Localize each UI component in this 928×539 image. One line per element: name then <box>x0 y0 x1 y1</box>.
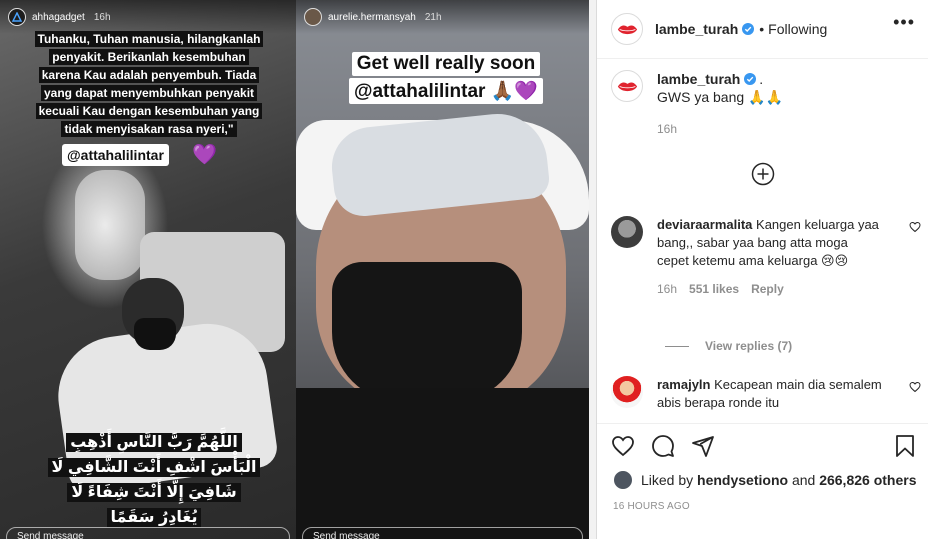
triangle-logo-icon <box>12 12 22 22</box>
story-mention: @attahalilintar <box>62 144 169 166</box>
view-replies-label: View replies (7) <box>705 339 793 353</box>
caption-time[interactable]: 16h <box>657 120 783 138</box>
story-caption-line: @attahalilintar 🙏🏾💜 <box>348 78 544 104</box>
following-button[interactable]: Following <box>768 21 827 37</box>
comment-username[interactable]: deviaraarmalita <box>657 217 752 232</box>
quote-line: Tuhanku, Tuhan manusia, hilangkanlah <box>34 31 264 47</box>
quote-line: karena Kau adalah penyembuh. Tiada <box>38 67 260 83</box>
likes-count[interactable]: 266,826 others <box>819 472 916 488</box>
verified-badge-icon <box>742 23 755 35</box>
post-header: lambe_turah • Following ••• <box>597 0 928 59</box>
caption-text: GWS ya bang 🙏🙏 <box>657 89 783 105</box>
post-timestamp[interactable]: 16 HOURS AGO <box>613 501 690 512</box>
arabic-line: اللَّهُمَّ رَبَّ النَّاسِ أَذْهِبِ <box>66 433 242 452</box>
story-header: ahhagadget 16h <box>0 0 296 34</box>
quote-line: kecuali Kau dengan kesembuhan yang <box>35 103 263 119</box>
comment-item: deviaraarmalita Kangen keluarga yaa bang… <box>611 216 921 298</box>
story-caption-line: Get well really soon <box>351 52 541 76</box>
comment-item: ramajyln Kecapean main dia semalem abis … <box>611 376 921 412</box>
send-message-bar: Send message <box>302 527 583 539</box>
quote-line: yang dapat menyembuhkan penyakit <box>40 85 258 101</box>
post-side-panel: lambe_turah • Following ••• lambe_turah.… <box>596 0 928 539</box>
paper-plane-icon[interactable] <box>691 434 715 458</box>
heart-outline-icon[interactable] <box>909 221 921 233</box>
face-mask-shape <box>332 262 522 402</box>
story-username: ahhagadget <box>32 11 85 23</box>
arabic-line: الْبَأْسَ اشْفِ أَنْتَ الشَّافِي لَا <box>47 458 261 477</box>
arabic-prayer: اللَّهُمَّ رَبَّ النَّاسِ أَذْهِبِ الْبَ… <box>20 430 288 530</box>
quote-line: penyakit. Berikanlah kesembuhan <box>49 49 249 65</box>
caption-suffix: . <box>759 71 764 87</box>
post-actions: Liked by hendysetiono and 266,826 others… <box>597 423 928 539</box>
liked-by-prefix: Liked by <box>641 472 698 488</box>
comment-avatar[interactable] <box>611 216 643 248</box>
iv-bag-shape <box>75 170 145 280</box>
liker-avatar[interactable] <box>613 470 633 490</box>
story-avatar <box>304 8 322 26</box>
plus-circle-icon[interactable] <box>751 162 775 186</box>
comment-avatar[interactable] <box>611 376 643 408</box>
comment-time[interactable]: 16h <box>657 280 677 298</box>
story-quote: Tuhanku, Tuhan manusia, hilangkanlah pen… <box>8 30 290 138</box>
purple-heart-icon: 💜 <box>192 144 217 166</box>
comment-username[interactable]: ramajyln <box>657 377 710 392</box>
heart-outline-icon[interactable] <box>611 434 635 458</box>
story-screenshot-right: aurelie.hermansyah 21h Get well really s… <box>296 0 589 539</box>
story-username: aurelie.hermansyah <box>328 11 416 23</box>
reply-button[interactable]: Reply <box>751 280 784 298</box>
caption-username[interactable]: lambe_turah <box>657 71 740 87</box>
story-screenshot-left: ahhagadget 16h Tuhanku, Tuhan manusia, h… <box>0 0 296 539</box>
comments-area[interactable]: lambe_turah. GWS ya bang 🙏🙏 16h deviaraa… <box>597 60 928 423</box>
arabic-line: يُغَادِرُ سَقَمًا <box>106 508 202 527</box>
liker-username[interactable]: hendysetiono <box>697 472 788 488</box>
action-icons <box>611 434 715 458</box>
face-mask-shape <box>134 318 176 350</box>
story-caption: Get well really soon @attahalilintar 🙏🏾💜 <box>326 52 566 106</box>
quote-line: tidak menyisakan rasa nyeri," <box>61 121 237 137</box>
shirt-shape <box>296 388 589 539</box>
arabic-line: شَافِيَ إِلَّا أَنْتَ شِفَاءً لَا <box>67 483 241 502</box>
verified-badge-icon <box>744 73 757 85</box>
divider-line <box>665 345 689 347</box>
comment-meta: 16h 551 likes Reply <box>657 280 882 298</box>
post-caption: lambe_turah. GWS ya bang 🙏🙏 16h <box>611 70 783 138</box>
profile-avatar[interactable] <box>611 13 643 45</box>
post-author-username[interactable]: lambe_turah <box>655 21 738 37</box>
post-media[interactable]: ahhagadget 16h Tuhanku, Tuhan manusia, h… <box>0 0 596 539</box>
view-replies-button[interactable]: View replies (7) <box>665 339 792 353</box>
lips-logo-icon <box>617 25 637 34</box>
separator-dot: • <box>759 21 765 37</box>
liked-by-summary: Liked by hendysetiono and 266,826 others <box>613 470 917 490</box>
comment-likes[interactable]: 551 likes <box>689 280 739 298</box>
story-header: aurelie.hermansyah 21h <box>296 0 589 34</box>
story-avatar <box>8 8 26 26</box>
caption-avatar[interactable] <box>611 70 643 102</box>
lips-logo-icon <box>617 82 637 91</box>
bookmark-icon[interactable] <box>893 434 917 463</box>
story-time: 21h <box>424 11 442 23</box>
send-message-bar: Send message <box>6 527 290 539</box>
story-time: 16h <box>93 11 111 23</box>
liked-by-middle: and <box>788 472 820 488</box>
more-options-icon[interactable]: ••• <box>893 12 915 33</box>
speech-bubble-icon[interactable] <box>651 434 675 458</box>
heart-outline-icon[interactable] <box>909 381 921 393</box>
